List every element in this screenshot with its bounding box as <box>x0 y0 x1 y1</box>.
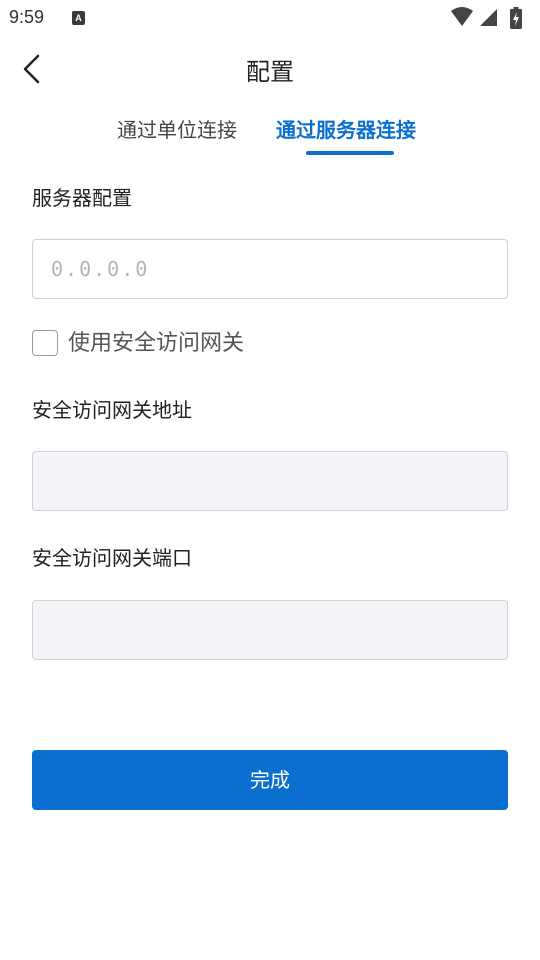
gateway-port-label: 安全访问网关端口 <box>32 546 192 570</box>
status-bar: 9:59 A <box>0 0 540 36</box>
gateway-port-input[interactable] <box>32 600 508 660</box>
status-time: 9:59 <box>9 7 45 27</box>
use-gateway-checkbox[interactable] <box>32 330 58 356</box>
active-tab-indicator <box>306 151 394 155</box>
gateway-address-label: 安全访问网关地址 <box>32 398 192 422</box>
config-screen: 9:59 A 配置 通过单位连接 通过服务器连接 服务器配置 0.0.0.0 使… <box>0 0 540 960</box>
notification-a-icon: A <box>72 11 85 25</box>
gateway-address-input[interactable] <box>32 451 508 511</box>
done-button[interactable]: 完成 <box>32 750 508 810</box>
server-config-label: 服务器配置 <box>32 186 132 210</box>
tab-connect-via-unit[interactable]: 通过单位连接 <box>117 114 237 160</box>
use-gateway-label: 使用安全访问网关 <box>68 331 245 356</box>
page-title: 配置 <box>246 58 294 86</box>
server-address-input[interactable] <box>32 239 508 299</box>
wifi-icon <box>451 7 473 26</box>
battery-charging-icon <box>510 7 522 29</box>
connection-tabs: 通过单位连接 通过服务器连接 <box>0 114 540 160</box>
signal-icon <box>480 9 497 26</box>
